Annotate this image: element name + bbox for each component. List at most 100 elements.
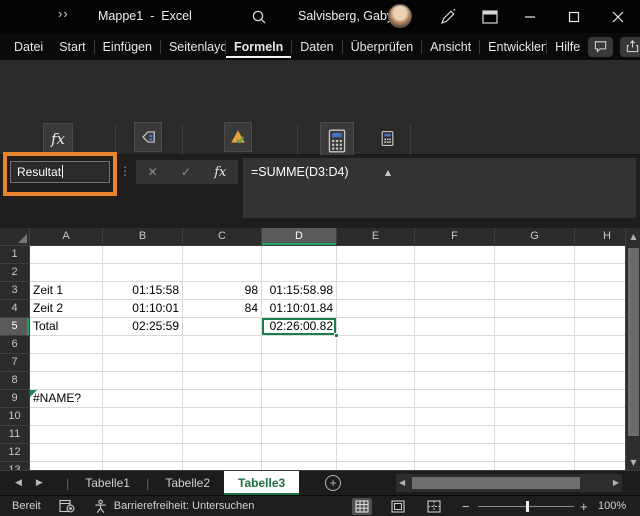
cell-G10[interactable] <box>495 408 575 426</box>
cell-D5[interactable]: 02:26:00.82 <box>262 318 339 338</box>
cell-D3[interactable]: 01:15:58.98 <box>262 282 337 300</box>
cell-C6[interactable] <box>183 336 262 354</box>
cell-A1[interactable] <box>30 246 103 264</box>
cell-D13[interactable] <box>262 462 337 470</box>
ribbon-tab-ansicht[interactable]: Ansicht <box>422 35 479 58</box>
row-header-5[interactable]: 5 <box>0 318 30 336</box>
cell-C12[interactable] <box>183 444 262 462</box>
cell-C13[interactable] <box>183 462 262 470</box>
new-sheet-button[interactable]: + <box>325 475 342 491</box>
cell-G6[interactable] <box>495 336 575 354</box>
zoom-in-button[interactable]: + <box>580 499 588 514</box>
column-header-D[interactable]: D <box>262 228 337 246</box>
vertical-scrollbar[interactable]: ▲ ▼ <box>625 228 640 470</box>
share-button[interactable] <box>620 36 640 57</box>
cell-E6[interactable] <box>337 336 415 354</box>
cell-D12[interactable] <box>262 444 337 462</box>
cell-A4[interactable]: Zeit 2 <box>30 300 103 318</box>
cell-C4[interactable]: 84 <box>183 300 262 318</box>
enter-formula-icon[interactable]: ✓ <box>181 165 191 179</box>
cell-D2[interactable] <box>262 264 337 282</box>
cell-C2[interactable] <box>183 264 262 282</box>
cell-E3[interactable] <box>337 282 415 300</box>
cell-F7[interactable] <box>415 354 495 372</box>
comments-button[interactable] <box>588 36 614 57</box>
scroll-down-icon[interactable]: ▼ <box>626 458 640 467</box>
column-header-E[interactable]: E <box>337 228 415 246</box>
cell-E10[interactable] <box>337 408 415 426</box>
column-header-C[interactable]: C <box>183 228 262 246</box>
cell-D7[interactable] <box>262 354 337 372</box>
cell-E9[interactable] <box>337 390 415 408</box>
cell-B13[interactable] <box>103 462 183 470</box>
row-header-6[interactable]: 6 <box>0 336 30 354</box>
cell-F5[interactable] <box>415 318 495 336</box>
insert-function-library-icon[interactable]: fx <box>43 123 73 155</box>
cell-D1[interactable] <box>262 246 337 264</box>
cell-D10[interactable] <box>262 408 337 426</box>
cell-E2[interactable] <box>337 264 415 282</box>
cell-E13[interactable] <box>337 462 415 470</box>
vertical-scrollbar-thumb[interactable] <box>628 248 639 436</box>
row-header-3[interactable]: 3 <box>0 282 30 300</box>
minimize-button[interactable] <box>508 0 552 33</box>
cell-B4[interactable]: 01:10:01 <box>103 300 183 318</box>
cell-E8[interactable] <box>337 372 415 390</box>
cell-G13[interactable] <box>495 462 575 470</box>
cell-A3[interactable]: Zeit 1 <box>30 282 103 300</box>
row-header-1[interactable]: 1 <box>0 246 30 264</box>
cell-A13[interactable] <box>30 462 103 470</box>
cell-F2[interactable] <box>415 264 495 282</box>
cell-D9[interactable] <box>262 390 337 408</box>
ribbon-tab-formeln[interactable]: Formeln <box>225 35 292 58</box>
cell-F10[interactable] <box>415 408 495 426</box>
cell-F6[interactable] <box>415 336 495 354</box>
cell-E4[interactable] <box>337 300 415 318</box>
defined-names-tag-icon[interactable] <box>134 122 162 152</box>
next-sheet-icon[interactable]: ▶ <box>29 478 50 488</box>
ribbon-tab-daten[interactable]: Daten <box>292 35 341 58</box>
previous-sheet-icon[interactable]: ◀ <box>8 478 29 488</box>
maximize-button[interactable] <box>552 0 596 33</box>
ribbon-tab-hilfe[interactable]: Hilfe <box>547 35 588 58</box>
cell-F13[interactable] <box>415 462 495 470</box>
cell-E7[interactable] <box>337 354 415 372</box>
formula-auditing-warning-icon[interactable] <box>224 122 252 152</box>
row-header-11[interactable]: 11 <box>0 426 30 444</box>
scroll-up-icon[interactable]: ▲ <box>626 232 640 241</box>
cell-D11[interactable] <box>262 426 337 444</box>
ribbon-display-options-icon[interactable] <box>480 7 500 27</box>
cell-F3[interactable] <box>415 282 495 300</box>
page-layout-view-button[interactable] <box>388 498 408 515</box>
formula-bar-input[interactable]: =SUMME(D3:D4) <box>243 158 636 218</box>
cell-A11[interactable] <box>30 426 103 444</box>
column-header-B[interactable]: B <box>103 228 183 246</box>
accessibility-checker-icon[interactable] <box>93 499 108 514</box>
calculate-now-icon[interactable] <box>380 130 395 147</box>
cell-B1[interactable] <box>103 246 183 264</box>
cell-G2[interactable] <box>495 264 575 282</box>
sheet-tab-tabelle1[interactable]: Tabelle1 <box>71 471 144 496</box>
column-header-A[interactable]: A <box>30 228 103 246</box>
namebox-resize-handle[interactable]: ⋮ <box>119 164 131 178</box>
sheet-tab-tabelle3[interactable]: Tabelle3 <box>224 470 300 496</box>
ribbon-tab-datei[interactable]: Datei <box>6 35 51 58</box>
cell-C11[interactable] <box>183 426 262 444</box>
cell-C10[interactable] <box>183 408 262 426</box>
page-break-preview-button[interactable] <box>424 498 444 515</box>
horizontal-scrollbar[interactable]: ◀ ▶ <box>396 474 622 492</box>
cell-B12[interactable] <box>103 444 183 462</box>
cell-B6[interactable] <box>103 336 183 354</box>
cell-B7[interactable] <box>103 354 183 372</box>
fill-handle[interactable] <box>334 333 339 338</box>
row-header-9[interactable]: 9 <box>0 390 30 408</box>
cell-B5[interactable]: 02:25:59 <box>103 318 183 336</box>
cell-G11[interactable] <box>495 426 575 444</box>
cell-G3[interactable] <box>495 282 575 300</box>
cell-G7[interactable] <box>495 354 575 372</box>
ribbon-tab-entwicklertools[interactable]: Entwicklertools <box>480 35 546 58</box>
column-header-F[interactable]: F <box>415 228 495 246</box>
cell-F1[interactable] <box>415 246 495 264</box>
column-header-G[interactable]: G <box>495 228 575 246</box>
close-button[interactable] <box>596 0 640 33</box>
